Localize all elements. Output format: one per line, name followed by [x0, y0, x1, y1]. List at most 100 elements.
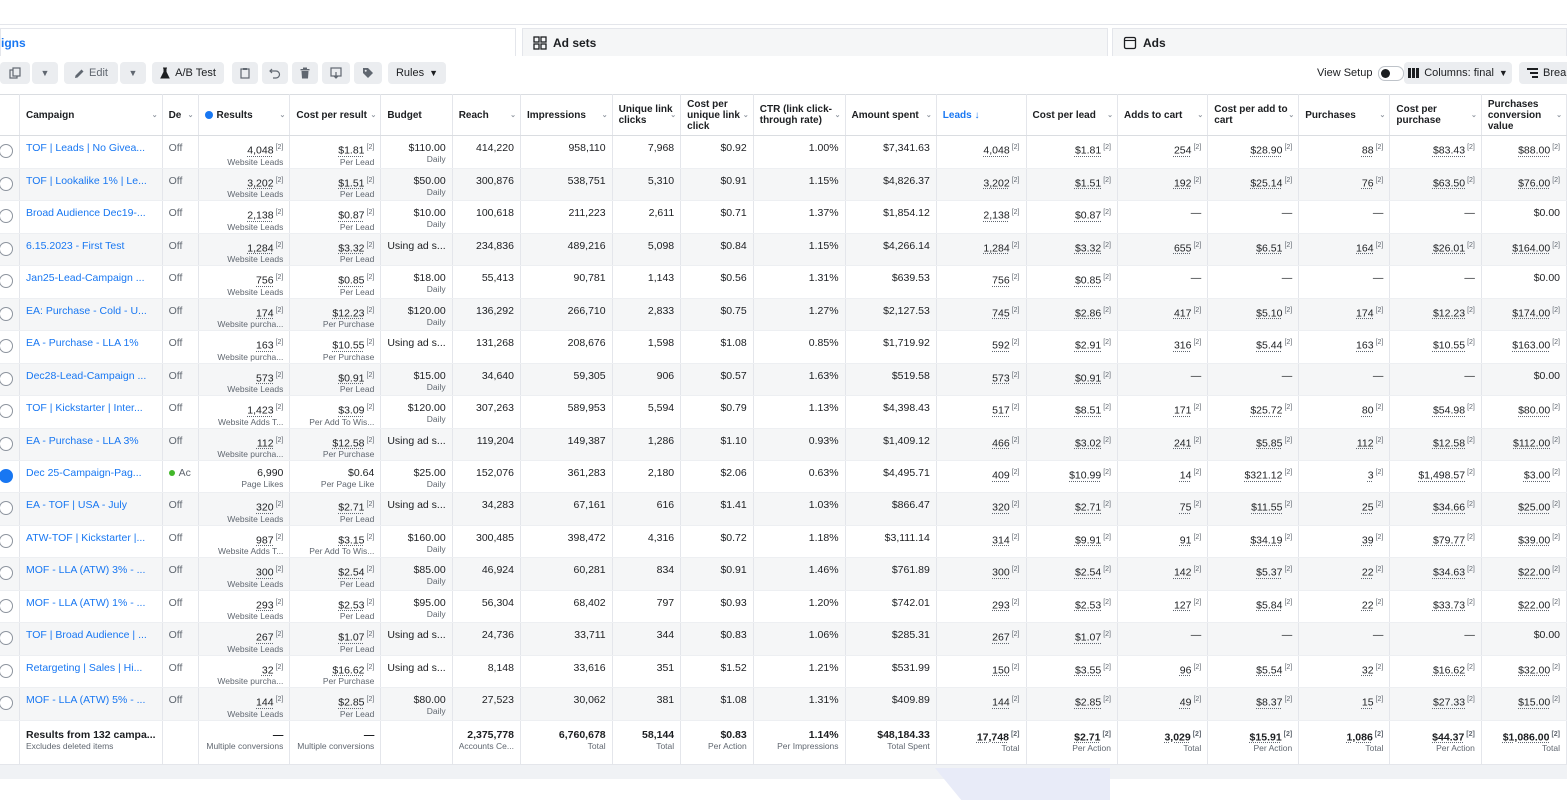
column-header-cpp[interactable]: Cost per purchase ⌄	[1389, 94, 1482, 136]
row-select-radio[interactable]	[0, 501, 13, 515]
sort-chevron-icon[interactable]: ⌄	[1197, 110, 1203, 121]
table-row[interactable]: Broad Audience Dec19-... Off 2,138 [2] Websi…	[0, 200, 1567, 234]
table-row[interactable]: Dec28-Lead-Campaign ... Off 573 [2] Website …	[0, 363, 1567, 396]
sort-chevron-icon[interactable]: ⌄	[602, 110, 608, 121]
table-row[interactable]: EA: Purchase - Cold - U... Off 174 [2] Websi…	[0, 298, 1567, 331]
sort-chevron-icon[interactable]: ⌄	[152, 110, 158, 121]
sort-chevron-icon[interactable]: ⌄	[370, 110, 376, 121]
row-select-radio[interactable]	[0, 371, 13, 386]
row-select-radio[interactable]	[0, 631, 13, 645]
cell-value[interactable]: Dec 25-Campaign-Pag...	[26, 467, 156, 479]
column-header-delivery[interactable]: De ⌄	[162, 94, 199, 136]
row-select-radio[interactable]	[0, 144, 13, 158]
cell-value[interactable]: TOF | Lookalike 1% | Le...	[26, 175, 156, 187]
view-setup-toggle[interactable]	[1378, 65, 1405, 81]
sort-chevron-icon[interactable]: ⌄	[1107, 110, 1113, 121]
cell-value[interactable]: MOF - LLA (ATW) 5% - ...	[26, 694, 156, 706]
cell-value[interactable]: EA - TOF | USA - July	[26, 499, 156, 511]
tag-button[interactable]	[354, 62, 382, 84]
delete-button[interactable]	[292, 62, 318, 84]
cell-value[interactable]: EA: Purchase - Cold - U...	[26, 305, 156, 317]
horizontal-scrollbar[interactable]	[0, 764, 1567, 779]
columns-button[interactable]: Columns: final ▼	[1404, 62, 1512, 84]
row-select-radio[interactable]	[0, 274, 13, 288]
column-header-ctr[interactable]: CTR (link click-through rate) ⌄	[753, 94, 846, 136]
sort-chevron-icon[interactable]: ⌄	[1288, 110, 1294, 121]
cell-value[interactable]: 6.15.2023 - First Test	[26, 240, 156, 252]
row-select-radio[interactable]	[0, 339, 13, 353]
row-select-radio[interactable]	[0, 566, 13, 580]
ab-test-button[interactable]: A/B Test	[152, 62, 224, 84]
tab-ads[interactable]: Ads	[1112, 28, 1567, 56]
row-select-radio[interactable]	[0, 209, 13, 223]
column-header-purchases[interactable]: Purchases ⌄	[1298, 94, 1391, 136]
cell-value[interactable]: Results from 132 campa...	[26, 729, 156, 741]
row-select-radio[interactable]	[0, 696, 13, 710]
table-row[interactable]: MOF - LLA (ATW) 3% - ... Off 300 [2] Website…	[0, 557, 1567, 591]
sort-chevron-icon[interactable]: ⌄	[670, 110, 676, 121]
sort-chevron-icon[interactable]: ⌄	[1471, 110, 1477, 121]
column-header-cpr[interactable]: Cost per result ⌄	[289, 94, 382, 136]
table-row[interactable]: TOF | Broad Audience | ... Off 267 [2] Websi…	[0, 622, 1567, 656]
clipboard-button[interactable]	[232, 62, 258, 84]
column-header-cpatc[interactable]: Cost per add to cart ⌄	[1207, 94, 1300, 136]
row-select-radio[interactable]	[0, 533, 13, 548]
table-row[interactable]: Jan25-Lead-Campaign ... Off 756 [2] Website …	[0, 265, 1567, 299]
table-row[interactable]: Dec 25-Campaign-Pag... Ac 6,990 Page Likes $…	[0, 460, 1567, 493]
cell-value[interactable]: TOF | Leads | No Givea...	[26, 142, 156, 154]
table-row[interactable]: TOF | Leads | No Givea... Off 4,048 [2] Webs…	[0, 135, 1567, 169]
cell-value[interactable]: Retargeting | Sales | Hi...	[26, 662, 156, 674]
sort-chevron-icon[interactable]: ⌄	[1379, 110, 1385, 121]
cell-value[interactable]: TOF | Broad Audience | ...	[26, 629, 156, 641]
column-header-budget[interactable]: Budget	[380, 94, 453, 136]
table-row[interactable]: TOF | Lookalike 1% | Le... Off 3,202 [2] Web…	[0, 168, 1567, 201]
duplicate-button[interactable]	[0, 62, 30, 84]
sort-chevron-icon[interactable]: ⌄	[743, 110, 749, 121]
row-select-radio[interactable]	[0, 176, 13, 191]
row-select-radio[interactable]	[0, 663, 13, 678]
row-select-radio[interactable]	[0, 598, 13, 613]
cell-value[interactable]: EA - Purchase - LLA 3%	[26, 435, 156, 447]
cell-value[interactable]: Jan25-Lead-Campaign ...	[26, 272, 156, 284]
column-header-ulc[interactable]: Unique link clicks ⌄	[612, 94, 682, 136]
tab-ad-sets[interactable]: Ad sets	[522, 28, 1108, 56]
cell-value[interactable]: Dec28-Lead-Campaign ...	[26, 370, 156, 382]
column-header-pcv[interactable]: Purchases conversion value ⌄	[1481, 94, 1567, 136]
column-header-atc[interactable]: Adds to cart ⌄	[1117, 94, 1209, 136]
edit-button[interactable]: Edit	[64, 62, 118, 84]
row-select-radio[interactable]	[0, 404, 13, 418]
column-header-reach[interactable]: Reach ⌄	[452, 94, 521, 136]
sort-chevron-icon[interactable]: ⌄	[926, 110, 932, 121]
table-row[interactable]: 6.15.2023 - First Test Off 1,284 [2] Website…	[0, 233, 1567, 266]
column-header-cpl[interactable]: Cost per lead ⌄	[1026, 94, 1119, 136]
row-select-radio[interactable]	[0, 469, 13, 483]
export-button[interactable]	[322, 62, 350, 84]
column-header-leads[interactable]: Leads ↓	[936, 94, 1027, 136]
table-row[interactable]: TOF | Kickstarter | Inter... Off 1,423 [2] W…	[0, 395, 1567, 429]
column-header-results[interactable]: Results ⌄	[198, 94, 291, 136]
view-setup[interactable]: View Setup	[1317, 62, 1405, 84]
duplicate-dropdown-button[interactable]: ▼	[32, 62, 58, 84]
row-select-radio[interactable]	[0, 241, 13, 256]
row-select-radio[interactable]	[0, 436, 13, 451]
cell-value[interactable]: TOF | Kickstarter | Inter...	[26, 402, 156, 414]
breakdown-button[interactable]: Breal	[1519, 62, 1567, 84]
table-row[interactable]: ATW-TOF | Kickstarter |... Off 987 [2] Websi…	[0, 525, 1567, 558]
sort-chevron-icon[interactable]: ⌄	[1556, 110, 1562, 121]
cell-value[interactable]: MOF - LLA (ATW) 3% - ...	[26, 564, 156, 576]
cell-value[interactable]: ATW-TOF | Kickstarter |...	[26, 532, 156, 544]
sort-chevron-icon[interactable]: ⌄	[510, 110, 516, 121]
cell-value[interactable]: EA - Purchase - LLA 1%	[26, 337, 156, 349]
column-header-cpulc[interactable]: Cost per unique link click ⌄	[680, 94, 754, 136]
sort-chevron-icon[interactable]: ⌄	[188, 110, 194, 121]
table-row[interactable]: Retargeting | Sales | Hi... Off 32 [2] Websi…	[0, 655, 1567, 688]
table-row[interactable]: EA - Purchase - LLA 3% Off 112 [2] Website p…	[0, 428, 1567, 461]
sort-chevron-icon[interactable]: ⌄	[280, 110, 286, 121]
cell-value[interactable]: Broad Audience Dec19-...	[26, 207, 156, 219]
edit-dropdown-button[interactable]: ▼	[120, 62, 146, 84]
row-select-radio[interactable]	[0, 306, 13, 321]
tab-campaigns[interactable]: igns	[0, 28, 516, 56]
column-header-campaign[interactable]: Campaign ⌄	[19, 94, 163, 136]
table-row[interactable]: EA - TOF | USA - July Off 320 [2] Website Le…	[0, 492, 1567, 526]
rules-button[interactable]: Rules ▼	[388, 62, 446, 84]
